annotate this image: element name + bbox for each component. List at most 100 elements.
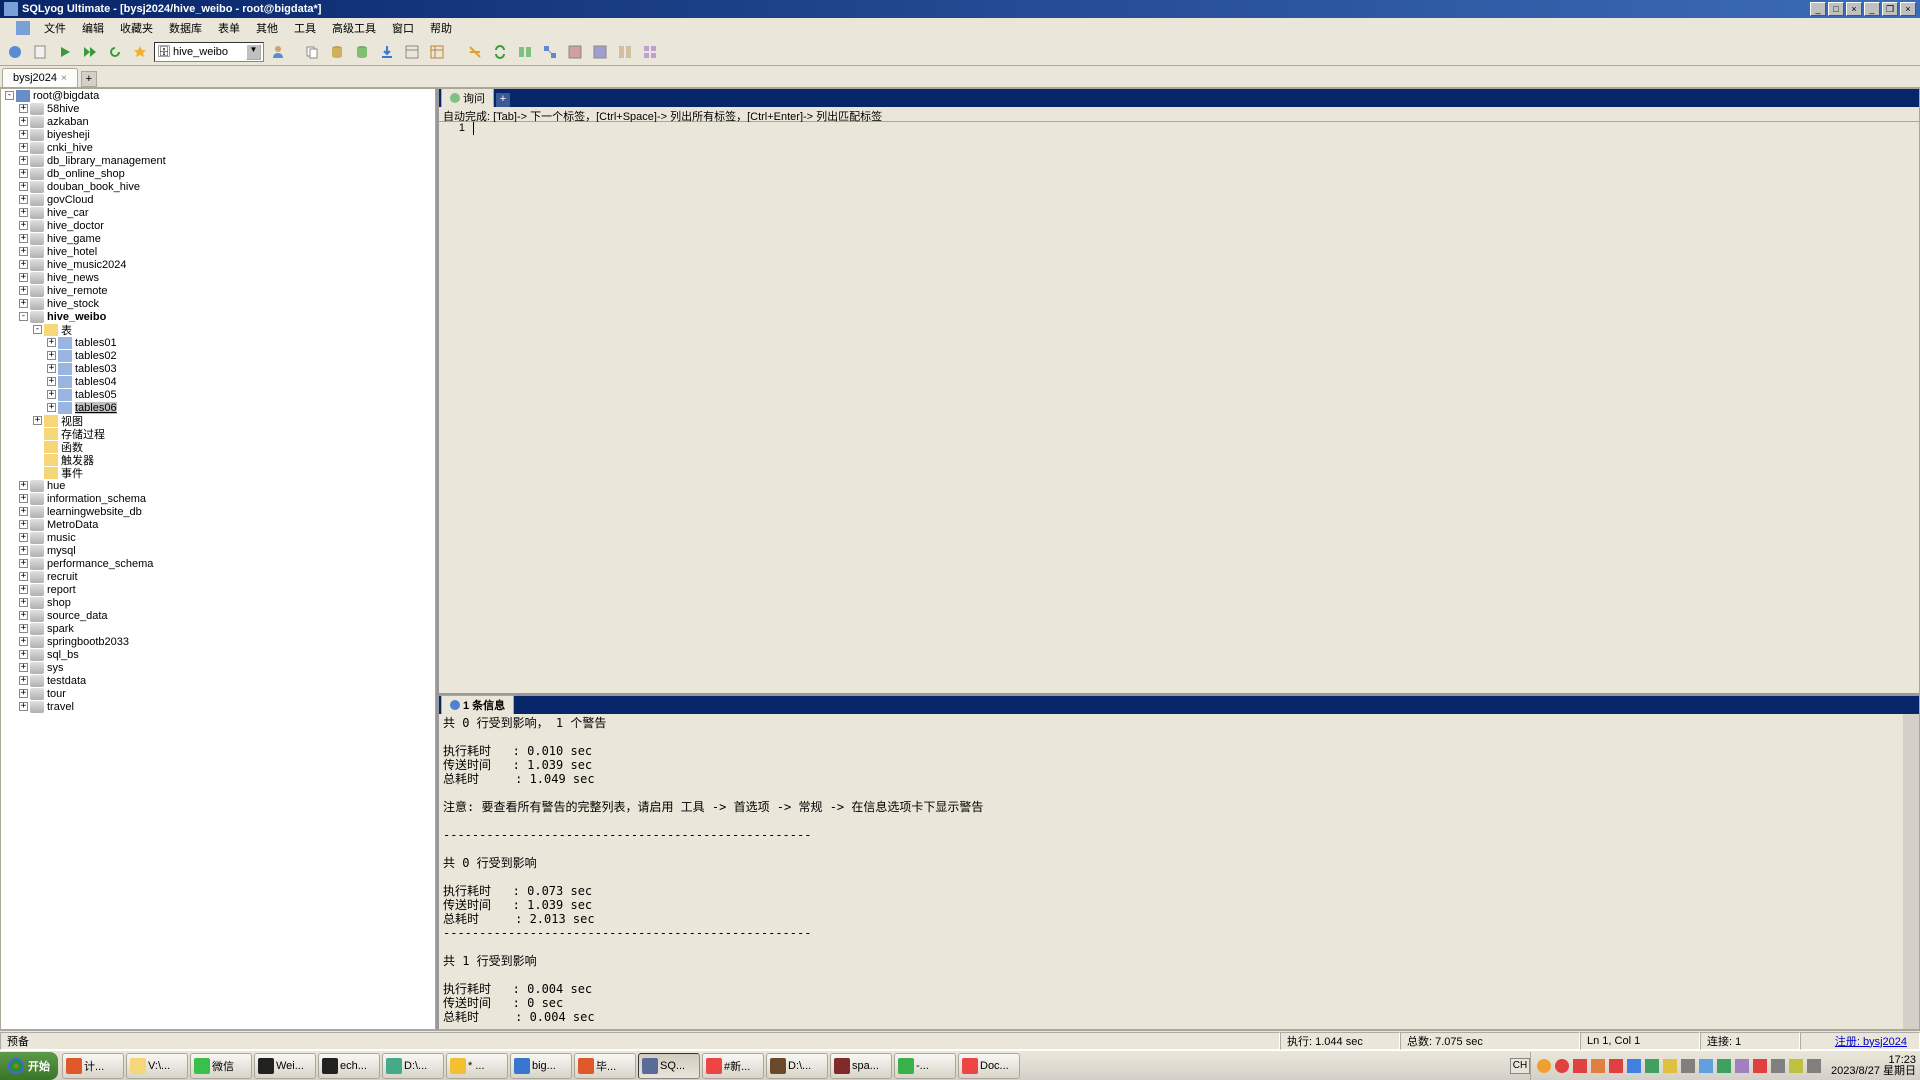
expander-icon[interactable]: +	[19, 533, 28, 542]
tree-db-node[interactable]: +hive_hotel	[1, 245, 435, 258]
tree-db-node[interactable]: +hive_game	[1, 232, 435, 245]
tree-table-node[interactable]: +tables03	[1, 362, 435, 375]
copy-icon[interactable]	[301, 41, 323, 63]
maximize-button[interactable]: □	[1828, 2, 1844, 16]
tree-db-node[interactable]: +58hive	[1, 102, 435, 115]
taskbar-item[interactable]: * ...	[446, 1053, 508, 1079]
expander-icon[interactable]: +	[47, 338, 56, 347]
query-tab[interactable]: 询问	[441, 88, 494, 107]
tree-db-node[interactable]: +testdata	[1, 674, 435, 687]
tree-db-node[interactable]: +db_online_shop	[1, 167, 435, 180]
expander-icon[interactable]: +	[47, 390, 56, 399]
expander-icon[interactable]: +	[19, 182, 28, 191]
tree-db-node[interactable]: +report	[1, 583, 435, 596]
tree-db-node[interactable]: +hive_remote	[1, 284, 435, 297]
mdi-restore-button[interactable]: ❐	[1882, 2, 1898, 16]
tree-db-node[interactable]: +sql_bs	[1, 648, 435, 661]
tray-icon[interactable]	[1555, 1059, 1569, 1073]
menu-item[interactable]: 其他	[248, 18, 286, 38]
editor-body[interactable]	[469, 122, 1919, 693]
tray-icon[interactable]	[1789, 1059, 1803, 1073]
expander-icon[interactable]: +	[47, 403, 56, 412]
expander-icon[interactable]: +	[19, 273, 28, 282]
expander-icon[interactable]: -	[19, 312, 28, 321]
tree-db-node[interactable]: +cnki_hive	[1, 141, 435, 154]
expander-icon[interactable]: +	[33, 416, 42, 425]
tree-db-node[interactable]: +hive_car	[1, 206, 435, 219]
mdi-close-button[interactable]: ×	[1900, 2, 1916, 16]
tab-close-icon[interactable]: ×	[61, 73, 67, 84]
connection-tab[interactable]: bysj2024 ×	[2, 68, 78, 87]
tray-icon[interactable]	[1609, 1059, 1623, 1073]
expander-icon[interactable]: +	[19, 702, 28, 711]
taskbar-item[interactable]: 微信	[190, 1053, 252, 1079]
expander-icon[interactable]: +	[19, 247, 28, 256]
tree-db-node[interactable]: +sys	[1, 661, 435, 674]
fav-icon[interactable]	[129, 41, 151, 63]
expander-icon[interactable]: -	[33, 325, 42, 334]
tray-icon[interactable]	[1699, 1059, 1713, 1073]
menu-item[interactable]: 窗口	[384, 18, 422, 38]
menu-item[interactable]: 文件	[36, 18, 74, 38]
execute-icon[interactable]	[54, 41, 76, 63]
expander-icon[interactable]: +	[19, 208, 28, 217]
menu-item[interactable]: 帮助	[422, 18, 460, 38]
export-icon[interactable]	[401, 41, 423, 63]
tray-icon[interactable]	[1735, 1059, 1749, 1073]
scrollbar[interactable]	[1903, 714, 1919, 1029]
tray-icon[interactable]	[1627, 1059, 1641, 1073]
expander-icon[interactable]: +	[19, 260, 28, 269]
backup-icon[interactable]	[326, 41, 348, 63]
expander-icon[interactable]: +	[19, 130, 28, 139]
taskbar-item[interactable]: D:\...	[382, 1053, 444, 1079]
format-icon[interactable]	[464, 41, 486, 63]
new-conn-icon[interactable]	[4, 41, 26, 63]
expander-icon[interactable]: +	[19, 624, 28, 633]
expander-icon[interactable]: +	[47, 351, 56, 360]
tray-icon[interactable]	[1717, 1059, 1731, 1073]
expander-icon[interactable]: +	[19, 299, 28, 308]
tray-icon[interactable]	[1537, 1059, 1551, 1073]
expander-icon[interactable]: -	[5, 91, 14, 100]
expander-icon[interactable]: +	[19, 520, 28, 529]
tree-db-node[interactable]: +hive_news	[1, 271, 435, 284]
tree-db-node[interactable]: +source_data	[1, 609, 435, 622]
expander-icon[interactable]: +	[19, 234, 28, 243]
expander-icon[interactable]: +	[19, 507, 28, 516]
expander-icon[interactable]: +	[19, 598, 28, 607]
expander-icon[interactable]: +	[19, 195, 28, 204]
taskbar-item[interactable]: spa...	[830, 1053, 892, 1079]
tree-db-node[interactable]: +db_library_management	[1, 154, 435, 167]
expander-icon[interactable]: +	[19, 104, 28, 113]
expander-icon[interactable]: +	[19, 117, 28, 126]
tree-root-node[interactable]: -root@bigdata	[1, 89, 435, 102]
import-icon[interactable]	[376, 41, 398, 63]
language-indicator[interactable]: CH	[1510, 1058, 1530, 1074]
taskbar-item[interactable]: V:\...	[126, 1053, 188, 1079]
tree-tables-folder[interactable]: -表	[1, 323, 435, 336]
expander-icon[interactable]: +	[19, 611, 28, 620]
tray-icon[interactable]	[1591, 1059, 1605, 1073]
sql-editor[interactable]: 1	[439, 122, 1919, 693]
minimize-button[interactable]: _	[1810, 2, 1826, 16]
expander-icon[interactable]: +	[19, 546, 28, 555]
tray-icon[interactable]	[1573, 1059, 1587, 1073]
tree-db-node[interactable]: +spark	[1, 622, 435, 635]
tree-db-node[interactable]: +music	[1, 531, 435, 544]
speaker-icon[interactable]	[1807, 1059, 1821, 1073]
visual-icon[interactable]	[539, 41, 561, 63]
tree-db-node[interactable]: +hue	[1, 479, 435, 492]
tree-db-node[interactable]: +recruit	[1, 570, 435, 583]
expander-icon[interactable]: +	[19, 689, 28, 698]
menu-item[interactable]: 表单	[210, 18, 248, 38]
start-button[interactable]: 开始	[0, 1052, 58, 1080]
mdi-min-button[interactable]: _	[1864, 2, 1880, 16]
tree-db-node[interactable]: +information_schema	[1, 492, 435, 505]
tree-db-node[interactable]: +hive_music2024	[1, 258, 435, 271]
taskbar-item[interactable]: ech...	[318, 1053, 380, 1079]
tree-db-node[interactable]: +govCloud	[1, 193, 435, 206]
new-query-icon[interactable]	[29, 41, 51, 63]
tree-db-node[interactable]: +learningwebsite_db	[1, 505, 435, 518]
taskbar-item[interactable]: #新...	[702, 1053, 764, 1079]
object-browser[interactable]: -root@bigdata+58hive+azkaban+biyesheji+c…	[0, 88, 436, 1030]
